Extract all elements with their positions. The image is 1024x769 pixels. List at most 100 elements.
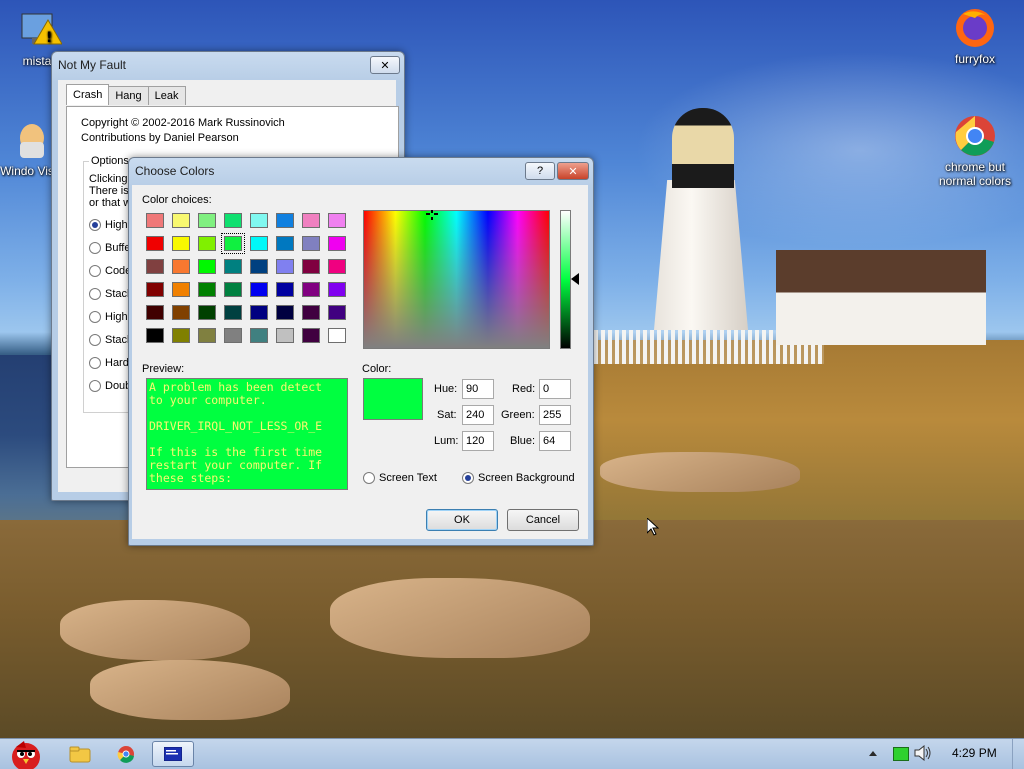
color-swatch[interactable] <box>198 328 216 343</box>
color-swatch[interactable] <box>198 305 216 320</box>
start-orb-icon[interactable] <box>2 741 50 769</box>
color-swatch[interactable] <box>276 236 294 251</box>
color-swatch[interactable] <box>146 259 164 274</box>
taskbar: 4:29 PM <box>0 738 1024 769</box>
color-swatch[interactable] <box>302 236 320 251</box>
radio-icon <box>89 334 101 347</box>
network-status-icon[interactable] <box>893 747 909 761</box>
preview-label: Preview: <box>142 363 185 375</box>
blue-input[interactable]: 64 <box>539 431 571 451</box>
color-swatch[interactable] <box>302 259 320 274</box>
preview-text-line: to your computer. <box>149 393 267 407</box>
color-swatch[interactable] <box>250 328 268 343</box>
green-input[interactable]: 255 <box>539 405 571 425</box>
contributions-text: Contributions by Daniel Pearson <box>81 132 239 144</box>
color-swatch[interactable] <box>302 213 320 228</box>
color-swatch[interactable] <box>276 328 294 343</box>
color-swatch[interactable] <box>328 259 346 274</box>
show-desktop-button[interactable] <box>1012 739 1024 769</box>
red-label: Red: <box>512 383 536 395</box>
radio-icon <box>89 357 101 370</box>
radio-selected-icon <box>462 472 474 485</box>
color-swatch[interactable] <box>250 282 268 297</box>
dialog-title: Choose Colors <box>135 164 215 178</box>
crash-option-radio[interactable]: Stack <box>89 288 133 301</box>
tab-hang[interactable]: Hang <box>108 86 149 105</box>
color-swatch[interactable] <box>328 328 346 343</box>
chrome-icon <box>953 114 997 158</box>
desktop-icon-chrome[interactable]: chrome but normal colors <box>930 114 1020 188</box>
desktop-icon-furryfox[interactable]: furryfox <box>930 6 1020 66</box>
color-swatch[interactable] <box>302 328 320 343</box>
color-swatch[interactable] <box>198 236 216 251</box>
tab-crash[interactable]: Crash <box>66 84 110 105</box>
color-swatch[interactable] <box>328 213 346 228</box>
color-swatch[interactable] <box>198 282 216 297</box>
color-swatch[interactable] <box>146 282 164 297</box>
wallpaper-lighthouse <box>654 180 748 330</box>
color-swatch[interactable] <box>172 259 190 274</box>
help-button[interactable]: ? <box>525 162 555 180</box>
color-swatch[interactable] <box>276 305 294 320</box>
color-swatch[interactable] <box>198 213 216 228</box>
color-swatch[interactable] <box>276 282 294 297</box>
choose-colors-titlebar[interactable]: Choose Colors <box>129 158 593 184</box>
color-swatch[interactable] <box>172 328 190 343</box>
crash-option-radio[interactable]: Stack <box>89 334 133 347</box>
hue-input[interactable]: 90 <box>462 379 494 399</box>
color-swatch[interactable] <box>276 259 294 274</box>
color-swatch[interactable] <box>172 213 190 228</box>
close-button[interactable]: ✕ <box>557 162 589 180</box>
color-swatch[interactable] <box>224 305 242 320</box>
cancel-button[interactable]: Cancel <box>507 509 579 531</box>
color-swatch[interactable] <box>250 305 268 320</box>
sat-input[interactable]: 240 <box>462 405 494 425</box>
color-swatch[interactable] <box>198 259 216 274</box>
ok-button[interactable]: OK <box>426 509 498 531</box>
lum-input[interactable]: 120 <box>462 431 494 451</box>
luminance-arrow-icon[interactable] <box>571 273 579 288</box>
color-swatch[interactable] <box>302 282 320 297</box>
bsod-app-icon[interactable] <box>152 741 194 767</box>
screen-text-radio[interactable]: Screen Text <box>363 472 437 485</box>
clock[interactable]: 4:29 PM <box>952 746 997 760</box>
color-swatch[interactable] <box>276 213 294 228</box>
choose-colors-client: Color choices: Preview: A problem has be… <box>132 185 588 539</box>
volume-icon[interactable] <box>914 744 932 764</box>
radio-icon <box>89 380 101 393</box>
color-swatch[interactable] <box>172 305 190 320</box>
color-swatch[interactable] <box>328 305 346 320</box>
close-button[interactable]: ✕ <box>370 56 400 74</box>
wallpaper-rock <box>60 600 250 660</box>
color-swatch[interactable] <box>146 305 164 320</box>
chrome-icon[interactable] <box>106 741 146 767</box>
color-swatch[interactable] <box>250 259 268 274</box>
notmyfault-titlebar[interactable]: Not My Fault <box>52 52 404 78</box>
color-swatch[interactable] <box>172 236 190 251</box>
color-swatch[interactable] <box>146 213 164 228</box>
color-swatch[interactable] <box>172 282 190 297</box>
color-swatch[interactable] <box>224 328 242 343</box>
color-swatch[interactable] <box>224 213 242 228</box>
color-swatch[interactable] <box>250 236 268 251</box>
color-swatch[interactable] <box>146 328 164 343</box>
folder-icon[interactable] <box>60 741 100 767</box>
color-swatch[interactable] <box>328 236 346 251</box>
color-swatch[interactable] <box>302 305 320 320</box>
color-swatch[interactable] <box>146 236 164 251</box>
color-spectrum[interactable] <box>363 210 550 349</box>
screen-background-radio[interactable]: Screen Background <box>462 472 575 485</box>
color-swatch[interactable] <box>224 259 242 274</box>
color-swatch[interactable] <box>328 282 346 297</box>
hue-label: Hue: <box>434 383 458 395</box>
luminance-bar[interactable] <box>560 210 571 349</box>
close-icon: ✕ <box>568 165 578 178</box>
show-hidden-icons-icon[interactable] <box>868 748 878 761</box>
color-swatch[interactable] <box>224 282 242 297</box>
color-swatch[interactable] <box>250 213 268 228</box>
radio-icon <box>89 265 101 278</box>
red-input[interactable]: 0 <box>539 379 571 399</box>
radio-selected-icon <box>89 219 101 232</box>
tab-leak[interactable]: Leak <box>147 86 186 105</box>
color-swatch[interactable] <box>221 233 245 254</box>
